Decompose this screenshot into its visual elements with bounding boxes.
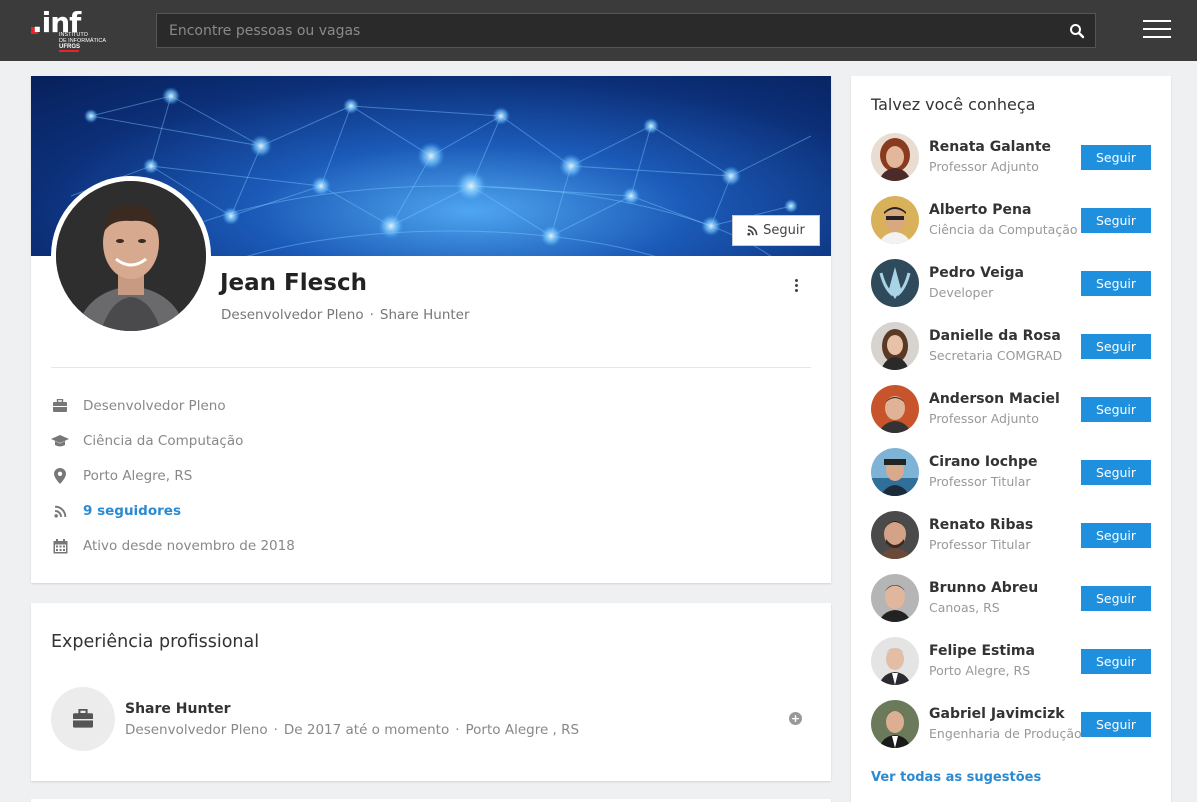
suggestion-item: Renato Ribas Professor Titular Seguir bbox=[871, 511, 1156, 559]
profile-divider bbox=[51, 367, 811, 368]
follow-button[interactable]: Seguir bbox=[1081, 397, 1151, 422]
suggestion-item: Renata Galante Professor Adjunto Seguir bbox=[871, 133, 1156, 181]
suggestion-item: Danielle da Rosa Secretaria COMGRAD Segu… bbox=[871, 322, 1156, 370]
follow-button[interactable]: Seguir bbox=[1081, 712, 1151, 737]
profile-card: Seguir Jean Flesch Desenvolvedor Pleno · S… bbox=[31, 76, 831, 583]
profile-company[interactable]: Share Hunter bbox=[380, 307, 470, 323]
briefcase-icon bbox=[51, 687, 115, 751]
avatar[interactable] bbox=[871, 385, 919, 433]
avatar[interactable] bbox=[871, 511, 919, 559]
suggestion-item: Brunno Abreu Canoas, RS Seguir bbox=[871, 574, 1156, 622]
follow-button[interactable]: Seguir bbox=[1081, 649, 1151, 674]
calendar-icon bbox=[51, 537, 69, 555]
suggestion-subtitle: Canoas, RS bbox=[929, 600, 1000, 615]
info-row-role: Desenvolvedor Pleno bbox=[51, 396, 226, 416]
suggestion-subtitle: Professor Titular bbox=[929, 537, 1031, 552]
suggestion-name[interactable]: Felipe Estima bbox=[929, 643, 1035, 659]
info-row-active-since: Ativo desde novembro de 2018 bbox=[51, 536, 295, 556]
follow-button[interactable]: Seguir bbox=[1081, 208, 1151, 233]
avatar[interactable] bbox=[871, 133, 919, 181]
suggestion-subtitle: Engenharia de Produção bbox=[929, 726, 1082, 741]
suggestion-subtitle: Professor Adjunto bbox=[929, 159, 1039, 174]
suggestion-name[interactable]: Danielle da Rosa bbox=[929, 328, 1061, 344]
rss-icon bbox=[51, 502, 69, 520]
experience-role: Desenvolvedor Pleno bbox=[125, 722, 268, 738]
search-bar bbox=[156, 13, 1096, 48]
experience-details: Desenvolvedor Pleno · De 2017 até o moment… bbox=[125, 722, 579, 738]
suggestion-name[interactable]: Alberto Pena bbox=[929, 202, 1031, 218]
top-navbar: .inf Instituto de Informática UFRGS bbox=[0, 0, 1197, 61]
follow-button[interactable]: Seguir bbox=[732, 215, 820, 246]
suggestion-subtitle: Professor Titular bbox=[929, 474, 1031, 489]
suggestions-title: Talvez você conheça bbox=[871, 95, 1036, 114]
separator: · bbox=[369, 307, 374, 323]
logo-underline bbox=[59, 50, 79, 52]
followers-link[interactable]: 9 seguidores bbox=[83, 503, 181, 519]
logo-subtitle: Instituto de Informática UFRGS bbox=[59, 32, 106, 50]
suggestion-name[interactable]: Anderson Maciel bbox=[929, 391, 1060, 407]
profile-role: Desenvolvedor Pleno bbox=[221, 307, 364, 323]
follow-button[interactable]: Seguir bbox=[1081, 145, 1151, 170]
separator: · bbox=[455, 722, 460, 738]
search-input[interactable] bbox=[157, 14, 1057, 47]
avatar[interactable] bbox=[871, 574, 919, 622]
suggestion-name[interactable]: Renata Galante bbox=[929, 139, 1051, 155]
suggestion-item: Gabriel Javimcizk Engenharia de Produção… bbox=[871, 700, 1156, 748]
map-marker-icon bbox=[51, 467, 69, 485]
follow-button[interactable]: Seguir bbox=[1081, 334, 1151, 359]
graduation-cap-icon bbox=[51, 432, 69, 450]
info-location-text: Porto Alegre, RS bbox=[83, 468, 193, 484]
suggestions-card: Talvez você conheça Renata Galante Profe… bbox=[851, 76, 1171, 802]
suggestion-name[interactable]: Renato Ribas bbox=[929, 517, 1033, 533]
experience-title: Experiência profissional bbox=[51, 632, 260, 652]
expand-plus-icon[interactable]: + bbox=[789, 712, 802, 725]
follow-button[interactable]: Seguir bbox=[1081, 523, 1151, 548]
suggestion-subtitle: Ciência da Computação bbox=[929, 222, 1078, 237]
experience-period: De 2017 até o momento bbox=[283, 722, 450, 738]
avatar[interactable] bbox=[871, 259, 919, 307]
experience-card: Experiência profissional Share Hunter De… bbox=[31, 603, 831, 781]
suggestion-name[interactable]: Brunno Abreu bbox=[929, 580, 1038, 596]
info-row-followers[interactable]: 9 seguidores bbox=[51, 501, 181, 521]
avatar[interactable] bbox=[871, 322, 919, 370]
suggestion-item: Anderson Maciel Professor Adjunto Seguir bbox=[871, 385, 1156, 433]
info-row-education: Ciência da Computação bbox=[51, 431, 243, 451]
profile-name: Jean Flesch bbox=[220, 270, 367, 296]
follow-button-label: Seguir bbox=[763, 223, 805, 238]
suggestion-name[interactable]: Pedro Veiga bbox=[929, 265, 1024, 281]
info-education-text: Ciência da Computação bbox=[83, 433, 244, 449]
suggestion-subtitle: Secretaria COMGRAD bbox=[929, 348, 1063, 363]
rss-icon bbox=[747, 225, 758, 236]
see-all-suggestions-link[interactable]: Ver todas as sugestões bbox=[871, 770, 1041, 785]
suggestion-item: Cirano Iochpe Professor Titular Seguir bbox=[871, 448, 1156, 496]
suggestion-subtitle: Developer bbox=[929, 285, 994, 300]
follow-button[interactable]: Seguir bbox=[1081, 586, 1151, 611]
follow-button[interactable]: Seguir bbox=[1081, 460, 1151, 485]
suggestion-item: Felipe Estima Porto Alegre, RS Seguir bbox=[871, 637, 1156, 685]
experience-company: Share Hunter bbox=[125, 701, 231, 717]
info-row-location: Porto Alegre, RS bbox=[51, 466, 192, 486]
suggestion-subtitle: Professor Adjunto bbox=[929, 411, 1039, 426]
follow-button[interactable]: Seguir bbox=[1081, 271, 1151, 296]
avatar[interactable] bbox=[871, 196, 919, 244]
experience-location: Porto Alegre , RS bbox=[465, 722, 580, 738]
more-options-icon[interactable] bbox=[793, 279, 799, 293]
profile-avatar bbox=[51, 176, 211, 336]
profile-subtitle: Desenvolvedor Pleno · Share Hunter bbox=[221, 307, 470, 323]
inf-ufrgs-logo[interactable]: .inf Instituto de Informática UFRGS bbox=[31, 6, 122, 54]
info-role-text: Desenvolvedor Pleno bbox=[83, 398, 226, 414]
suggestion-item: Alberto Pena Ciência da Computação Segui… bbox=[871, 196, 1156, 244]
info-active-since-text: Ativo desde novembro de 2018 bbox=[83, 538, 295, 554]
suggestion-name[interactable]: Cirano Iochpe bbox=[929, 454, 1038, 470]
separator: · bbox=[273, 722, 278, 738]
search-icon[interactable] bbox=[1069, 23, 1085, 39]
avatar[interactable] bbox=[871, 448, 919, 496]
briefcase-icon bbox=[51, 397, 69, 415]
suggestion-name[interactable]: Gabriel Javimcizk bbox=[929, 706, 1065, 722]
hamburger-icon[interactable] bbox=[1143, 20, 1171, 40]
avatar[interactable] bbox=[871, 637, 919, 685]
suggestion-subtitle: Porto Alegre, RS bbox=[929, 663, 1031, 678]
avatar[interactable] bbox=[871, 700, 919, 748]
suggestion-item: Pedro Veiga Developer Seguir bbox=[871, 259, 1156, 307]
